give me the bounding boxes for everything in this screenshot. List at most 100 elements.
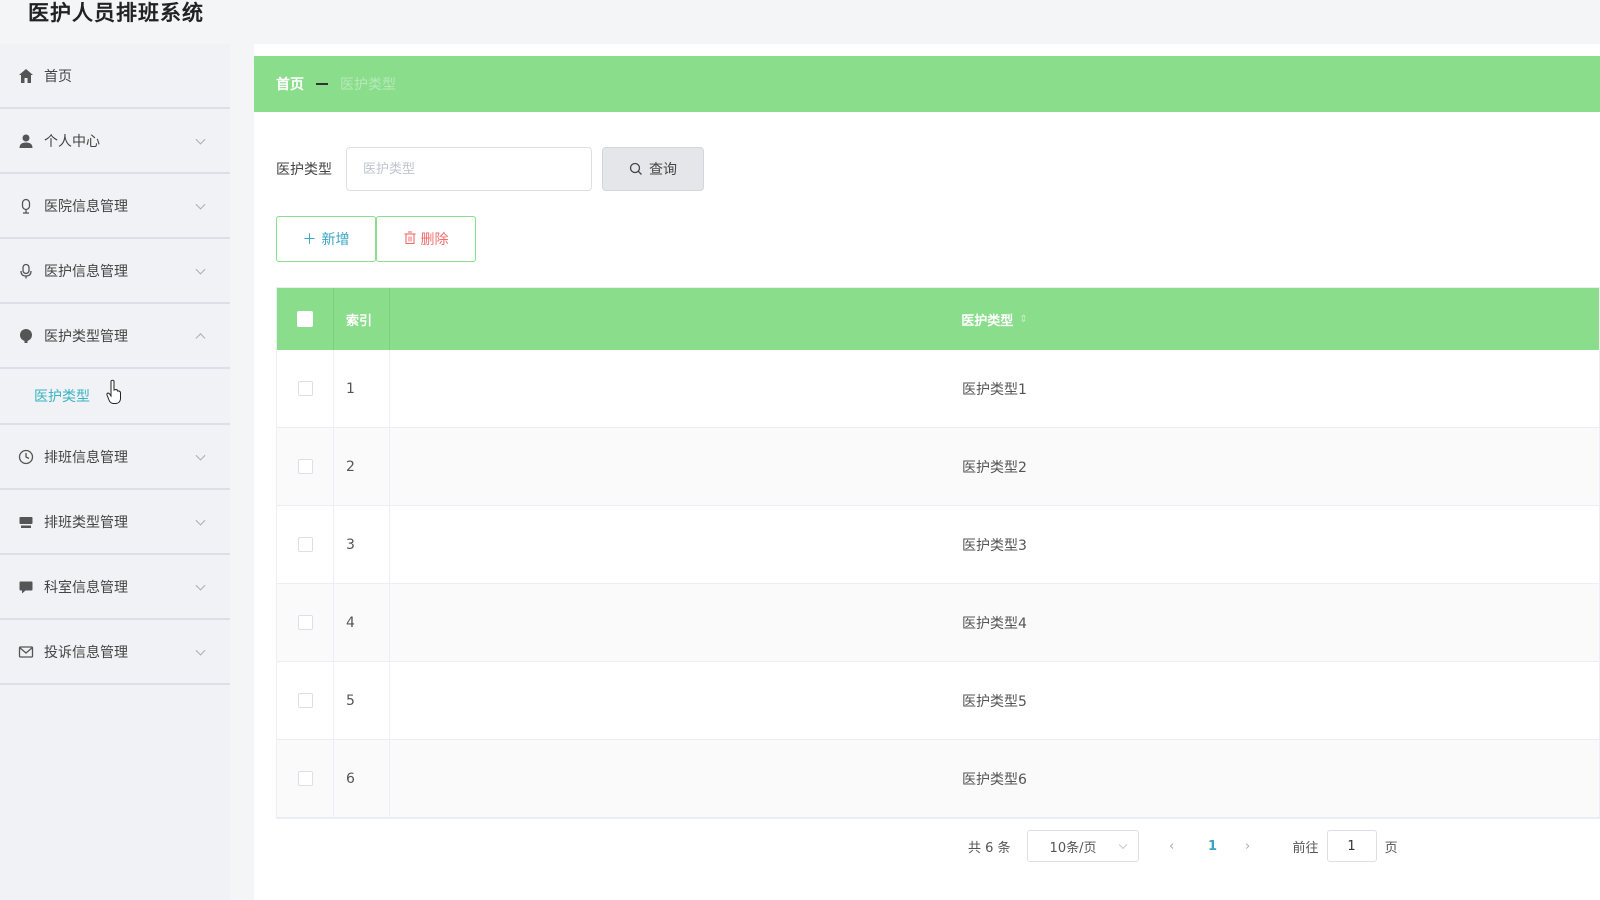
search-button[interactable]: 查询 — [602, 147, 704, 191]
row-type: 医护类型3 — [962, 537, 1027, 554]
row-checkbox[interactable] — [297, 771, 313, 786]
column-header-type: 医护类型 — [961, 313, 1014, 329]
clock-icon — [16, 447, 36, 467]
search-icon — [629, 162, 642, 175]
sort-icon[interactable]: ⇕ — [1019, 314, 1027, 325]
table-header: 索引 医护类型 ⇕ — [277, 288, 1599, 350]
search-button-label: 查询 — [649, 162, 677, 178]
search-input[interactable] — [346, 147, 592, 191]
sidebar-item-department-info[interactable]: 科室信息管理 — [0, 555, 230, 620]
breadcrumb-current: 医护类型 — [340, 77, 396, 93]
chevron-down-icon — [195, 199, 206, 210]
column-header-index: 索引 — [346, 313, 373, 329]
row-type: 医护类型2 — [962, 459, 1027, 476]
department-icon — [16, 577, 36, 597]
delete-button[interactable]: 删除 — [376, 216, 476, 262]
row-index: 4 — [346, 614, 355, 631]
goto-suffix: 页 — [1384, 840, 1398, 856]
sidebar-item-label: 个人中心 — [44, 133, 100, 150]
row-index: 3 — [346, 536, 355, 553]
category-icon — [16, 326, 36, 346]
page-size-value: 10条/页 — [1049, 840, 1097, 856]
sidebar-item-personal-center[interactable]: 个人中心 — [0, 109, 230, 174]
sidebar-item-label: 排班信息管理 — [44, 449, 128, 466]
submenu-nurse-type: 医护类型 — [0, 369, 230, 425]
sidebar-item-home[interactable]: 首页 — [0, 44, 230, 109]
table-row[interactable]: 6 医护类型6 — [277, 740, 1599, 818]
table-row[interactable]: 3 医护类型3 — [277, 506, 1599, 584]
chevron-up-icon — [195, 332, 206, 343]
chevron-down-icon — [195, 264, 206, 275]
sidebar-item-hospital-info[interactable]: 医院信息管理 — [0, 174, 230, 239]
search-form: 医护类型 查询 — [276, 147, 704, 191]
next-page-button[interactable]: › — [1233, 839, 1263, 854]
row-checkbox[interactable] — [297, 615, 313, 630]
pagination-total: 共 6 条 — [968, 840, 1011, 856]
add-button[interactable]: ＋ 新增 — [276, 216, 376, 262]
row-type: 医护类型4 — [962, 615, 1027, 632]
home-icon — [16, 66, 36, 86]
breadcrumb: 首页 医护类型 — [254, 56, 1600, 112]
sidebar-item-label: 科室信息管理 — [44, 579, 128, 596]
table-row[interactable]: 1 医护类型1 — [277, 350, 1599, 428]
nurse-icon — [16, 261, 36, 281]
sidebar-item-label: 排班类型管理 — [44, 514, 128, 531]
submenu-item-nurse-type[interactable]: 医护类型 — [34, 386, 90, 406]
table-row[interactable]: 4 医护类型4 — [277, 584, 1599, 662]
search-label: 医护类型 — [276, 162, 332, 178]
chevron-down-icon — [195, 580, 206, 591]
user-icon — [16, 131, 36, 151]
goto-label: 前往 — [1292, 840, 1319, 856]
sidebar-item-label: 投诉信息管理 — [44, 644, 128, 661]
row-type: 医护类型1 — [962, 381, 1027, 398]
row-index: 1 — [346, 380, 355, 397]
table-row[interactable]: 5 医护类型5 — [277, 662, 1599, 740]
prev-page-button[interactable]: ‹ — [1157, 839, 1187, 854]
breadcrumb-home[interactable]: 首页 — [276, 74, 304, 94]
chevron-down-icon — [195, 515, 206, 526]
chevron-down-icon — [195, 134, 206, 145]
pagination: 共 6 条 10条/页 ‹ 1 › 前往 页 — [968, 829, 1398, 863]
page-size-select[interactable]: 10条/页 — [1026, 830, 1139, 862]
sidebar: 首页 个人中心 医院信息管理 医护信息管理 医护类型管理 医护类型 排班信息管理… — [0, 44, 230, 900]
chevron-down-icon — [1118, 840, 1127, 850]
mail-icon — [16, 642, 36, 662]
row-index: 2 — [346, 458, 355, 475]
breadcrumb-separator — [316, 83, 328, 85]
action-bar: ＋ 新增 删除 — [276, 216, 476, 262]
add-button-label: 新增 — [321, 232, 350, 248]
plus-icon: ＋ — [302, 232, 317, 248]
sidebar-item-label: 医护信息管理 — [44, 263, 128, 280]
sidebar-item-label: 医院信息管理 — [44, 198, 128, 215]
row-checkbox[interactable] — [297, 537, 313, 552]
sidebar-item-nurse-type-management[interactable]: 医护类型管理 — [0, 304, 230, 369]
sidebar-item-label: 首页 — [44, 68, 72, 85]
delete-button-label: 删除 — [420, 232, 449, 248]
row-index: 5 — [346, 692, 355, 709]
sidebar-item-nurse-info[interactable]: 医护信息管理 — [0, 239, 230, 304]
schedule-type-icon — [16, 512, 36, 532]
goto-page-input[interactable] — [1326, 830, 1377, 862]
table-row[interactable]: 2 医护类型2 — [277, 428, 1599, 506]
column-header-type-cell[interactable]: 医护类型 ⇕ — [390, 288, 1599, 350]
trash-icon — [404, 230, 416, 248]
data-table: 索引 医护类型 ⇕ 1 医护类型1 2 医护类型2 3 医护类型3 4 医护类型… — [276, 287, 1600, 819]
row-checkbox[interactable] — [297, 693, 313, 708]
app-title: 医护人员排班系统 — [28, 1, 204, 25]
sidebar-item-label: 医护类型管理 — [44, 328, 128, 345]
row-checkbox[interactable] — [297, 381, 313, 396]
chevron-down-icon — [195, 450, 206, 461]
row-type: 医护类型6 — [962, 771, 1027, 788]
sidebar-item-schedule-info[interactable]: 排班信息管理 — [0, 425, 230, 490]
hospital-icon — [16, 196, 36, 216]
main-content: 首页 医护类型 医护类型 查询 ＋ 新增 删除 索引 医护类型 ⇕ — [254, 44, 1600, 900]
sidebar-item-schedule-type[interactable]: 排班类型管理 — [0, 490, 230, 555]
select-all-checkbox[interactable] — [297, 311, 313, 327]
row-checkbox[interactable] — [297, 459, 313, 474]
chevron-down-icon — [195, 645, 206, 656]
row-index: 6 — [346, 770, 355, 787]
page-number[interactable]: 1 — [1193, 839, 1233, 854]
hand-cursor-icon — [106, 379, 121, 404]
sidebar-item-complaint-info[interactable]: 投诉信息管理 — [0, 620, 230, 685]
row-type: 医护类型5 — [962, 693, 1027, 710]
